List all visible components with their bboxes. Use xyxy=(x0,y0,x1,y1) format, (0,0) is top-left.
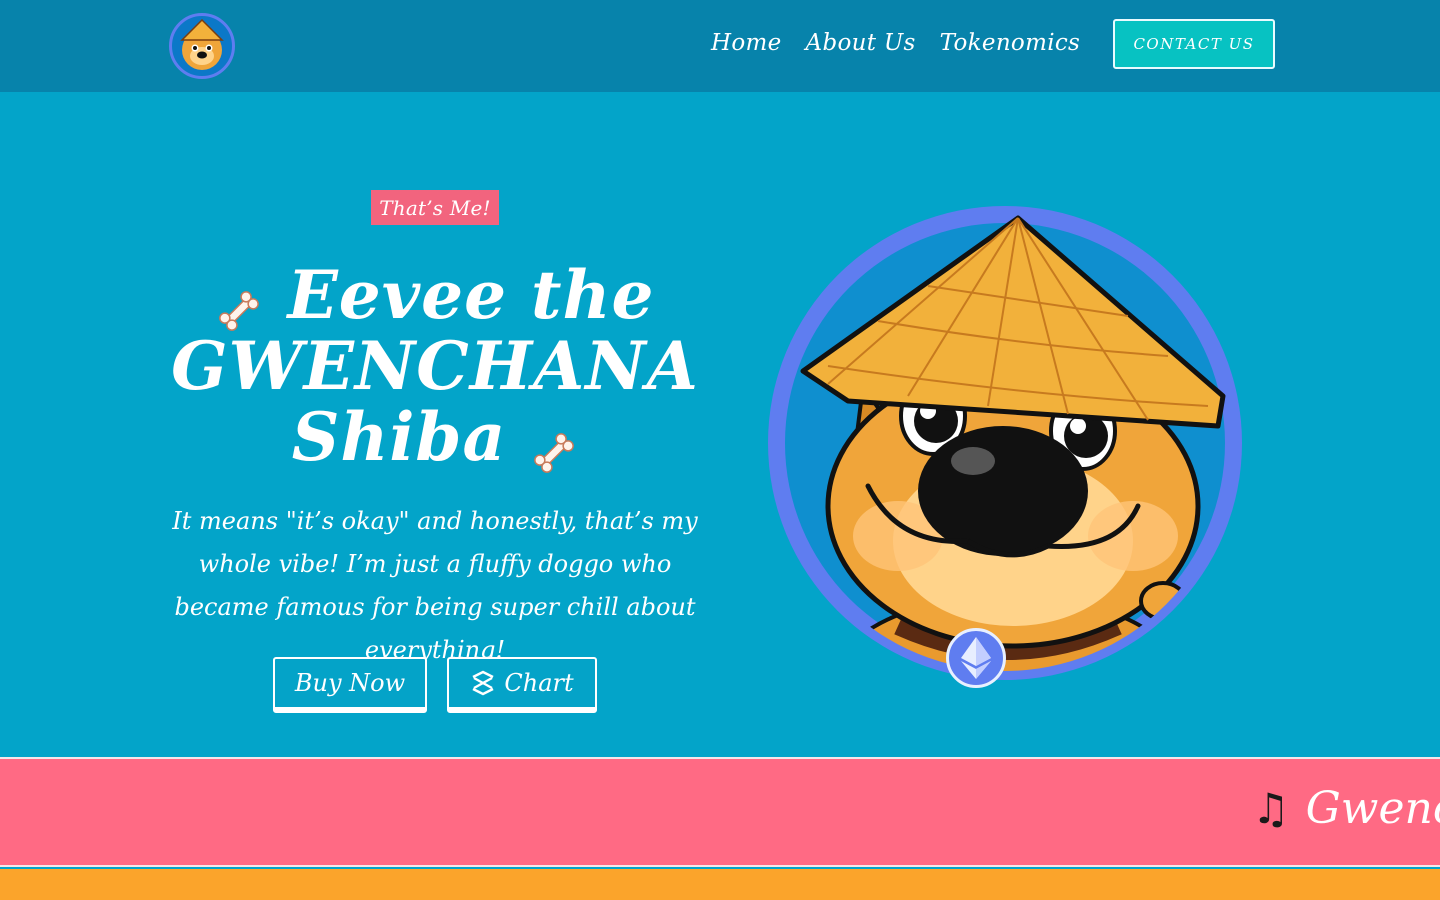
mascot-image xyxy=(768,206,1242,680)
buy-now-label: Buy Now xyxy=(294,669,406,697)
contact-us-button[interactable]: CONTACT US xyxy=(1113,19,1275,69)
music-note-icon: ♫ xyxy=(1252,784,1290,833)
marquee-content: ♫ Gwencha xyxy=(1252,783,1440,834)
navbar: Home About Us Tokenomics CONTACT US xyxy=(0,0,1440,92)
bone-icon xyxy=(215,277,263,331)
marquee-banner: ♫ Gwencha xyxy=(0,757,1440,867)
nav-link-home[interactable]: Home xyxy=(711,30,782,56)
thats-me-badge: That’s Me! xyxy=(371,190,499,225)
chart-label: Chart xyxy=(504,669,574,697)
orange-section-band xyxy=(0,869,1440,900)
main-nav: Home About Us Tokenomics xyxy=(711,30,1080,56)
chart-button[interactable]: Chart xyxy=(447,657,597,713)
hero-title: Eevee the GWENCHANA Shiba xyxy=(150,260,720,473)
nav-link-about-us[interactable]: About Us xyxy=(806,30,916,56)
title-line-2: GWENCHANA xyxy=(171,327,699,405)
dextools-chart-icon xyxy=(472,670,494,696)
hero-description: It means "it’s okay" and honestly, that’… xyxy=(172,507,698,664)
ethereum-icon xyxy=(946,628,1006,688)
shiba-dog-logo-icon[interactable] xyxy=(169,13,235,79)
title-line-3: Shiba xyxy=(291,398,507,476)
marquee-text: Gwencha xyxy=(1305,783,1440,834)
nav-link-tokenomics[interactable]: Tokenomics xyxy=(940,30,1080,56)
bone-icon xyxy=(530,419,578,473)
title-line-1: Eevee the xyxy=(287,256,655,334)
buy-now-button[interactable]: Buy Now xyxy=(273,657,427,713)
